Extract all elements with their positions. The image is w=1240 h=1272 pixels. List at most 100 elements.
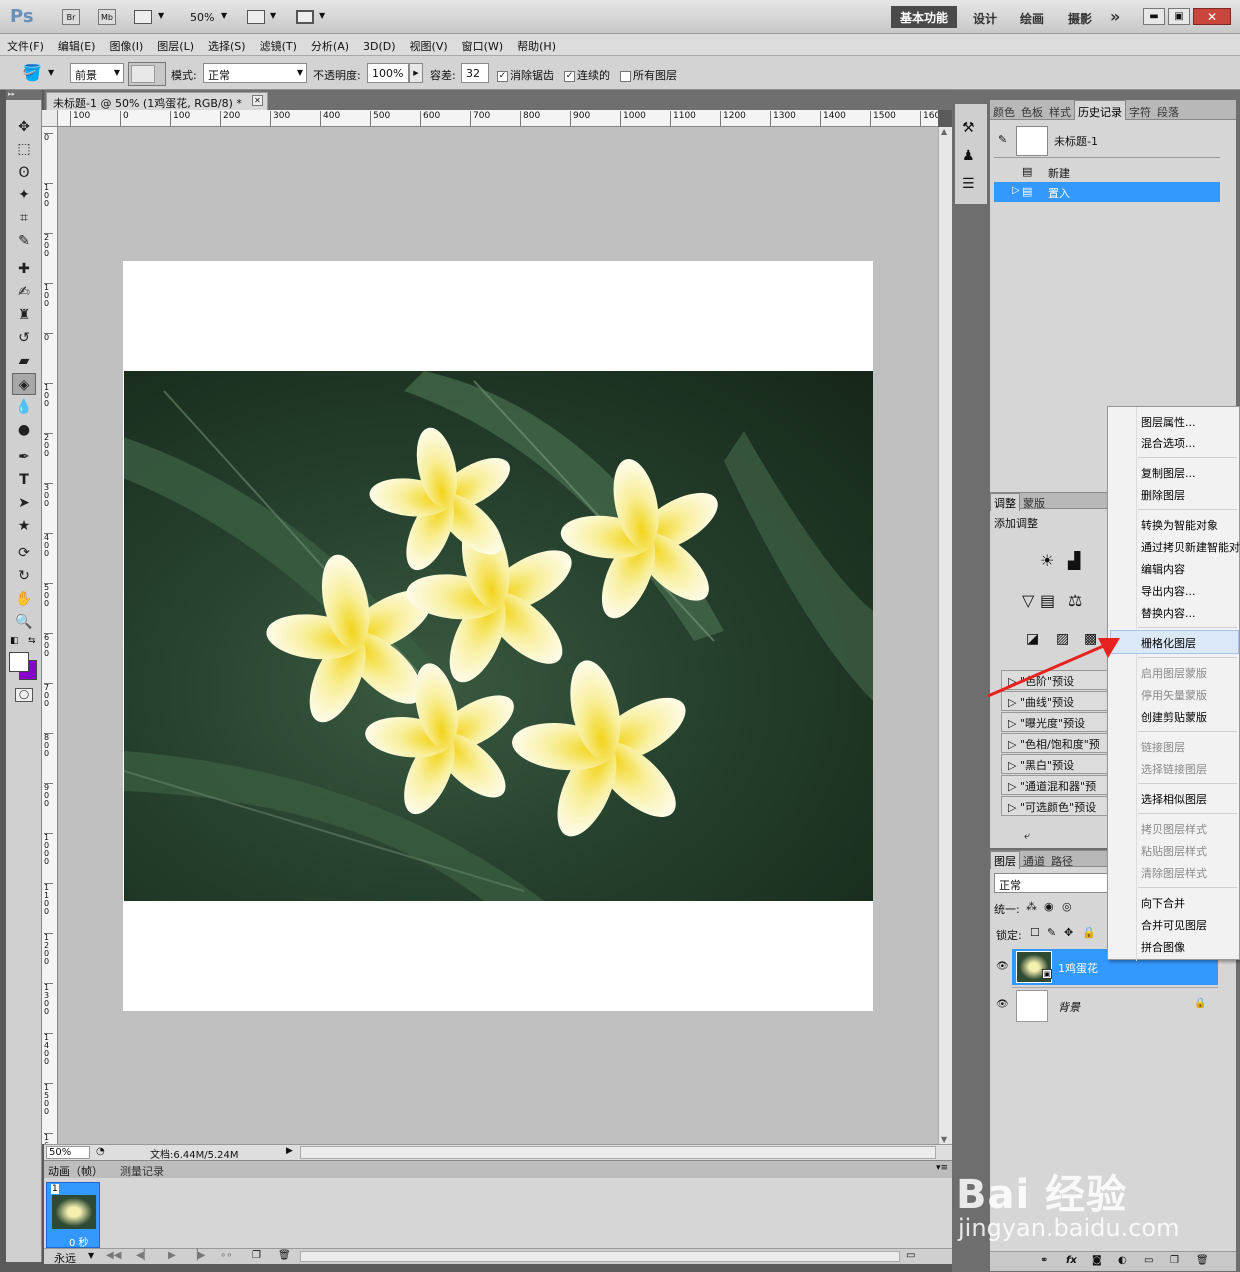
- minibridge-button[interactable]: Mb: [98, 9, 116, 25]
- add-mask-icon[interactable]: ◙: [1092, 1255, 1102, 1266]
- more-workspaces-button[interactable]: »: [1110, 7, 1120, 26]
- pattern-picker[interactable]: [128, 62, 166, 86]
- menu-filter[interactable]: 滤镜(T): [253, 34, 304, 54]
- frame-delay[interactable]: 0 秒: [69, 1234, 89, 1249]
- brightness-contrast-icon[interactable]: ☀: [1040, 551, 1054, 570]
- color-balance-icon[interactable]: ⚖: [1068, 591, 1082, 610]
- tween-icon[interactable]: ∘∘: [220, 1250, 233, 1261]
- antialias-checkbox[interactable]: ✓ 消除锯齿: [497, 67, 554, 83]
- tab-adjustments[interactable]: 调整: [990, 493, 1020, 511]
- opacity-input[interactable]: 100%: [367, 63, 409, 83]
- duplicate-frame-icon[interactable]: ❐: [252, 1250, 261, 1261]
- tab-animation[interactable]: 动画（帧）: [48, 1163, 103, 1179]
- tab-swatches[interactable]: 色板: [1018, 101, 1046, 120]
- frames-scrollbar[interactable]: [300, 1251, 900, 1262]
- menu-select-similar-layers[interactable]: 选择相似图层: [1141, 791, 1207, 807]
- menu-layer[interactable]: 图层(L): [150, 34, 201, 54]
- tab-history[interactable]: 历史记录: [1074, 100, 1126, 120]
- new-adjustment-layer-icon[interactable]: ◐: [1118, 1255, 1127, 1266]
- path-selection-tool-icon[interactable]: ➤: [12, 492, 36, 514]
- first-frame-icon[interactable]: ◀◀: [106, 1250, 121, 1261]
- workspace-design[interactable]: 设计: [973, 10, 997, 27]
- type-tool-icon[interactable]: T: [12, 469, 36, 491]
- canvas-area[interactable]: [58, 127, 938, 1144]
- menu-file[interactable]: 文件(F): [0, 34, 51, 54]
- chevron-down-icon[interactable]: ▼: [221, 11, 227, 20]
- vibrance-icon[interactable]: ▽: [1022, 591, 1034, 610]
- history-item-selected[interactable]: ▷ ▤ 置入: [994, 182, 1220, 202]
- tab-channels[interactable]: 通道: [1020, 852, 1048, 869]
- collapse-toolbox-icon[interactable]: ▸▸: [6, 90, 42, 100]
- dodge-tool-icon[interactable]: ●: [12, 419, 36, 441]
- history-item[interactable]: ▤ 新建: [994, 162, 1220, 182]
- hue-saturation-icon[interactable]: ▤: [1040, 591, 1055, 610]
- tab-color[interactable]: 颜色: [990, 101, 1018, 120]
- unify-position-icon[interactable]: ⁂: [1026, 900, 1037, 913]
- menu-edit-contents[interactable]: 编辑内容: [1141, 561, 1185, 577]
- levels-icon[interactable]: ▟: [1068, 551, 1080, 570]
- delete-frame-icon[interactable]: 🗑: [278, 1250, 291, 1261]
- next-frame-icon[interactable]: ▕▶: [190, 1250, 205, 1261]
- previous-frame-icon[interactable]: ◀▏: [136, 1250, 151, 1261]
- lock-pixels-icon[interactable]: ✎: [1047, 926, 1056, 939]
- flower-photo[interactable]: [124, 371, 873, 901]
- close-document-icon[interactable]: ✕: [252, 95, 263, 106]
- preset-black-white[interactable]: ▷ "黑白"预设: [1001, 754, 1110, 774]
- 3d-rotate-tool-icon[interactable]: ⟳: [12, 542, 36, 564]
- swap-colors-icon[interactable]: ⇆: [28, 636, 36, 646]
- blur-tool-icon[interactable]: 💧: [12, 396, 36, 418]
- menu-3d[interactable]: 3D(D): [356, 36, 403, 53]
- screen-mode-icon[interactable]: [296, 10, 314, 24]
- menu-window[interactable]: 窗口(W): [455, 34, 510, 54]
- preset-channel-mixer[interactable]: ▷ "通道混和器"预: [1001, 775, 1110, 795]
- eyedropper-tool-icon[interactable]: ✎: [12, 230, 36, 252]
- maximize-button[interactable]: ▣: [1168, 8, 1190, 25]
- hand-tool-icon[interactable]: ✋: [12, 588, 36, 610]
- status-menu-arrow-icon[interactable]: ▶: [286, 1146, 293, 1156]
- foreground-color-swatch[interactable]: [9, 652, 29, 672]
- marquee-tool-icon[interactable]: ⬚: [12, 138, 36, 160]
- arrange-documents-icon[interactable]: [247, 10, 265, 24]
- workspace-painting[interactable]: 绘画: [1020, 10, 1044, 27]
- healing-brush-tool-icon[interactable]: ✚: [12, 258, 36, 280]
- layer-row[interactable]: 背景 🔒: [1012, 987, 1218, 1023]
- menu-layer-properties[interactable]: 图层属性...: [1141, 414, 1196, 430]
- timeline-toggle-icon[interactable]: ▭: [906, 1250, 915, 1261]
- menu-analysis[interactable]: 分析(A): [304, 34, 356, 54]
- delete-layer-icon[interactable]: 🗑: [1196, 1255, 1209, 1266]
- bridge-button[interactable]: Br: [62, 9, 80, 25]
- lock-all-icon[interactable]: 🔒: [1082, 926, 1096, 939]
- history-brush-source-icon[interactable]: ✎: [998, 133, 1007, 146]
- minimize-button[interactable]: ▬: [1143, 8, 1165, 25]
- tab-layers[interactable]: 图层: [990, 851, 1020, 869]
- all-layers-checkbox[interactable]: 所有图层: [620, 67, 677, 83]
- view-extras-icon[interactable]: [134, 10, 152, 24]
- clone-source-icon[interactable]: ♟: [962, 148, 975, 164]
- layer-comps-icon[interactable]: ☰: [962, 176, 975, 192]
- status-info-icon[interactable]: ◔: [96, 1146, 105, 1157]
- 3d-orbit-tool-icon[interactable]: ↻: [12, 565, 36, 587]
- close-button[interactable]: ✕: [1193, 8, 1231, 25]
- chevron-down-icon[interactable]: ▼: [158, 11, 164, 20]
- eraser-tool-icon[interactable]: ▰: [12, 350, 36, 372]
- fill-source-select[interactable]: 前景 ▼: [70, 63, 124, 83]
- default-colors-icon[interactable]: ◧: [10, 636, 19, 646]
- blend-mode-select[interactable]: 正常: [994, 873, 1112, 893]
- visibility-eye-icon[interactable]: 👁: [996, 999, 1009, 1010]
- quick-mask-icon[interactable]: ◯: [15, 688, 33, 702]
- status-zoom-input[interactable]: 50%: [46, 1146, 90, 1159]
- menu-help[interactable]: 帮助(H): [510, 34, 563, 54]
- opacity-slider-button[interactable]: ▶: [409, 63, 423, 83]
- unify-style-icon[interactable]: ◎: [1062, 900, 1072, 913]
- play-icon[interactable]: ▶: [168, 1250, 176, 1261]
- tab-styles[interactable]: 样式: [1046, 101, 1074, 120]
- menu-create-clipping-mask[interactable]: 创建剪贴蒙版: [1141, 709, 1207, 725]
- new-group-icon[interactable]: ▭: [1144, 1255, 1153, 1266]
- crop-tool-icon[interactable]: ⌗: [12, 207, 36, 229]
- layer-name[interactable]: 背景: [1058, 999, 1080, 1015]
- move-tool-icon[interactable]: ✥: [12, 116, 36, 138]
- mode-select[interactable]: 正常 ▼: [203, 63, 307, 83]
- horizontal-scrollbar[interactable]: [300, 1146, 936, 1159]
- adjustment-return-icon[interactable]: ⤶: [1024, 829, 1030, 843]
- tab-paths[interactable]: 路径: [1048, 852, 1076, 869]
